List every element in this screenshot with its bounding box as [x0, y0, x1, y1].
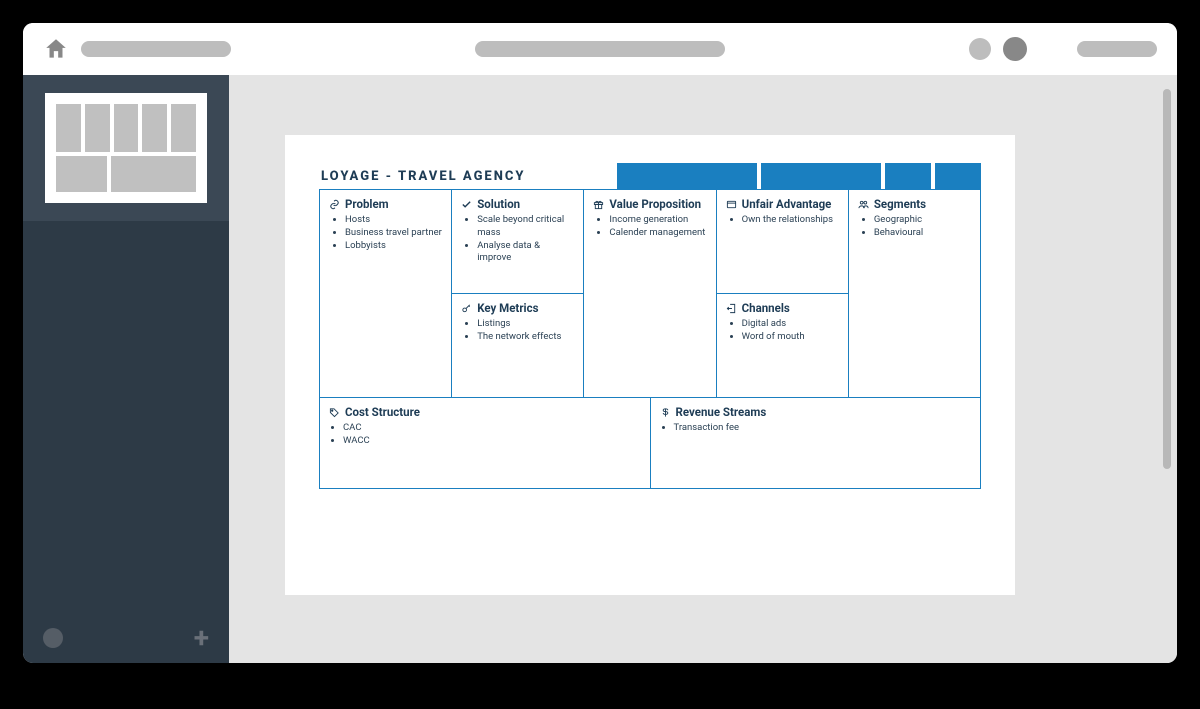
app-window: + LOYAGE - TRAVEL AGENCY — [23, 23, 1177, 663]
cost-structure-list: CACWACC — [329, 422, 641, 448]
list-item: Lobbyists — [345, 240, 442, 253]
toolbar-placeholder-left — [81, 41, 231, 57]
value-prop-list: Income generationCalender management — [593, 214, 706, 240]
list-item: Own the relationships — [742, 214, 839, 227]
list-item: Analyse data & improve — [477, 240, 574, 266]
toolbar-avatar-1[interactable] — [969, 38, 991, 60]
col-segments: Segments GeographicBehavioural — [849, 190, 980, 397]
slide-thumbnail-container — [23, 75, 229, 221]
toolbar-placeholder-right[interactable] — [1077, 41, 1157, 57]
exit-icon — [726, 303, 737, 314]
list-item: The network effects — [477, 331, 574, 344]
col-solution-metrics: Solution Scale beyond critical massAnaly… — [452, 190, 584, 397]
cell-value-prop[interactable]: Value Proposition Income generationCalen… — [584, 190, 715, 397]
dollar-icon — [660, 407, 671, 418]
key-metrics-title: Key Metrics — [477, 301, 538, 315]
add-slide-button[interactable]: + — [194, 624, 209, 652]
list-item: Calender management — [609, 227, 706, 240]
tab-strip — [617, 163, 981, 189]
list-item: Transaction fee — [674, 422, 972, 435]
channels-title: Channels — [742, 301, 790, 315]
cell-channels[interactable]: Channels Digital adsWord of mouth — [717, 294, 848, 397]
revenue-streams-list: Transaction fee — [660, 422, 972, 435]
problem-title: Problem — [345, 197, 389, 211]
key-icon — [461, 303, 472, 314]
cell-cost-structure[interactable]: Cost Structure CACWACC — [320, 398, 651, 488]
list-item: Hosts — [345, 214, 442, 227]
list-item: Income generation — [609, 214, 706, 227]
unfair-advantage-title: Unfair Advantage — [742, 197, 832, 211]
solution-title: Solution — [477, 197, 520, 211]
key-metrics-list: ListingsThe network effects — [461, 318, 574, 344]
sidebar-bottom-bar: + — [23, 613, 229, 663]
list-item: Geographic — [874, 214, 971, 227]
cell-segments[interactable]: Segments GeographicBehavioural — [849, 190, 980, 397]
col-advantage-channels: Unfair Advantage Own the relationships C… — [717, 190, 849, 397]
gift-icon — [593, 199, 604, 210]
value-prop-title: Value Proposition — [609, 197, 701, 211]
link-icon — [329, 199, 340, 210]
status-tab[interactable] — [761, 163, 881, 189]
col-value-prop: Value Proposition Income generationCalen… — [584, 190, 716, 397]
check-icon — [461, 199, 472, 210]
list-item: Scale beyond critical mass — [477, 214, 574, 240]
users-icon — [858, 199, 869, 210]
doc-title: LOYAGE - TRAVEL AGENCY — [319, 163, 617, 189]
segments-list: GeographicBehavioural — [858, 214, 971, 240]
slide-thumbnail[interactable] — [45, 93, 207, 203]
status-tab[interactable] — [935, 163, 981, 189]
document-page: LOYAGE - TRAVEL AGENCY Problem — [285, 135, 1015, 595]
problem-list: HostsBusiness travel partnerLobbyists — [329, 214, 442, 252]
sidebar-status-dot — [43, 628, 63, 648]
cell-unfair-advantage[interactable]: Unfair Advantage Own the relationships — [717, 190, 848, 294]
list-item: WACC — [343, 435, 641, 448]
sidebar: + — [23, 75, 229, 663]
list-item: Digital ads — [742, 318, 839, 331]
segments-title: Segments — [874, 197, 926, 211]
home-icon[interactable] — [43, 36, 69, 62]
cell-problem[interactable]: Problem HostsBusiness travel partnerLobb… — [320, 190, 451, 397]
solution-list: Scale beyond critical massAnalyse data &… — [461, 214, 574, 265]
tag-icon — [329, 407, 340, 418]
cost-structure-title: Cost Structure — [345, 405, 420, 419]
status-tab[interactable] — [617, 163, 757, 189]
status-tab[interactable] — [885, 163, 931, 189]
toolbar-placeholder-center — [475, 41, 725, 57]
window-icon — [726, 199, 737, 210]
cell-key-metrics[interactable]: Key Metrics ListingsThe network effects — [452, 294, 583, 397]
main-row: + LOYAGE - TRAVEL AGENCY — [23, 75, 1177, 663]
cell-solution[interactable]: Solution Scale beyond critical massAnaly… — [452, 190, 583, 294]
list-item: CAC — [343, 422, 641, 435]
channels-list: Digital adsWord of mouth — [726, 318, 839, 344]
col-problem: Problem HostsBusiness travel partnerLobb… — [320, 190, 452, 397]
list-item: Behavioural — [874, 227, 971, 240]
list-item: Listings — [477, 318, 574, 331]
scrollbar-thumb[interactable] — [1163, 89, 1171, 469]
lean-canvas: Problem HostsBusiness travel partnerLobb… — [319, 189, 981, 489]
doc-header-row: LOYAGE - TRAVEL AGENCY — [319, 163, 981, 189]
unfair-advantage-list: Own the relationships — [726, 214, 839, 227]
top-toolbar — [23, 23, 1177, 75]
editor-canvas-area: LOYAGE - TRAVEL AGENCY Problem — [229, 75, 1177, 663]
list-item: Word of mouth — [742, 331, 839, 344]
toolbar-avatar-2[interactable] — [1003, 37, 1027, 61]
list-item: Business travel partner — [345, 227, 442, 240]
cell-revenue-streams[interactable]: Revenue Streams Transaction fee — [651, 398, 981, 488]
revenue-streams-title: Revenue Streams — [676, 405, 767, 419]
